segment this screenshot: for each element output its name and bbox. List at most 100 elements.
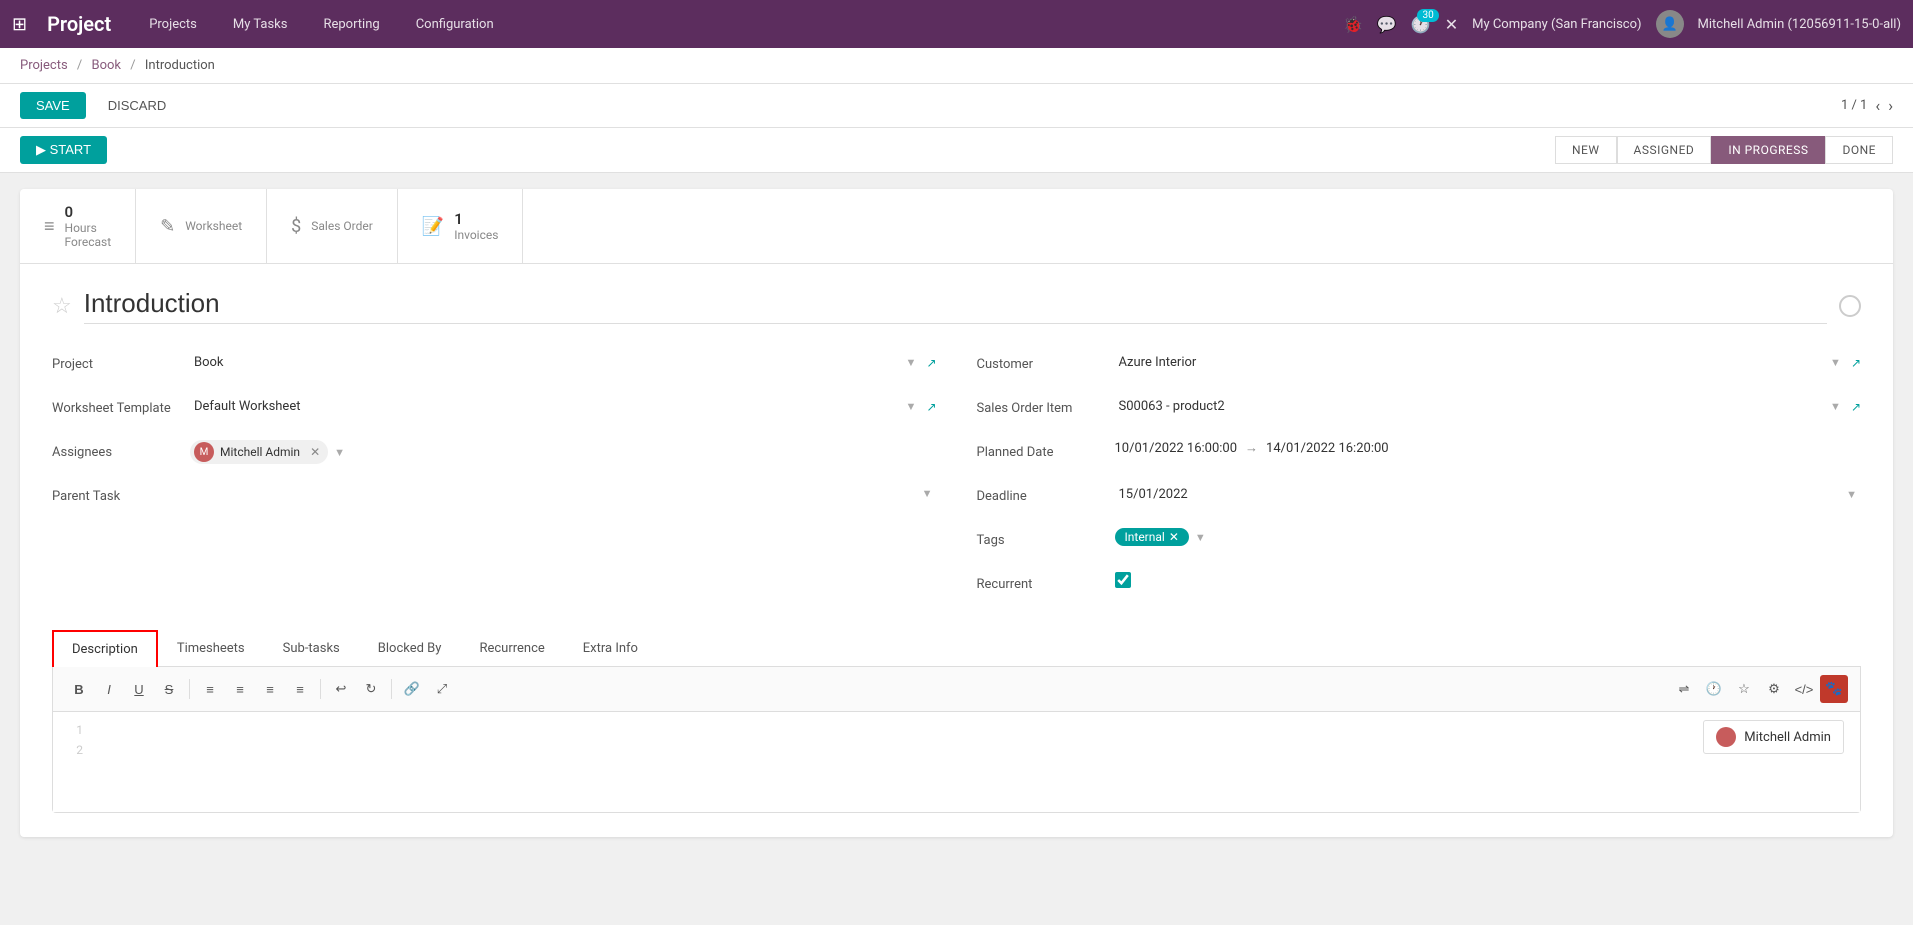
toolbar-code[interactable]: </>: [1790, 675, 1818, 703]
worksheet-template-dropdown[interactable]: Default Worksheet ▼: [190, 396, 920, 418]
worksheet-template-value: Default Worksheet: [194, 399, 906, 414]
line-1: 1: [53, 720, 83, 740]
breadcrumb: Projects / Book / Introduction: [0, 48, 1913, 84]
task-title-input[interactable]: [84, 288, 1827, 324]
tabs-bar: Description Timesheets Sub-tasks Blocked…: [52, 630, 1861, 667]
toolbar-fullscreen[interactable]: ⤢: [428, 675, 456, 703]
nav-reporting[interactable]: Reporting: [315, 13, 387, 36]
field-label-customer: Customer: [977, 352, 1107, 372]
tab-recurrence[interactable]: Recurrence: [460, 630, 563, 667]
toolbar-bold[interactable]: B: [65, 675, 93, 703]
field-recurrent: Recurrent: [977, 572, 1862, 602]
smart-btn-hours[interactable]: ≡ 0 HoursForecast: [20, 189, 136, 263]
tab-extra-info[interactable]: Extra Info: [564, 630, 657, 667]
breadcrumb-book[interactable]: Book: [92, 58, 122, 73]
smart-btn-salesorder[interactable]: $ Sales Order: [267, 189, 398, 263]
customer-external-link[interactable]: ↗: [1851, 356, 1861, 370]
toolbar-indent-left[interactable]: ≡: [256, 675, 284, 703]
stage-inprogress[interactable]: IN PROGRESS: [1711, 136, 1825, 164]
project-value: Book: [194, 355, 906, 370]
toolbar-sep-3: [391, 679, 392, 699]
customer-dropdown[interactable]: Azure Interior ▼: [1115, 352, 1845, 374]
smart-btn-invoices[interactable]: 📝 1 Invoices: [398, 189, 524, 263]
editor-body[interactable]: 1 2 Mitchell Admin: [53, 712, 1860, 812]
tag-remove[interactable]: ✕: [1169, 530, 1179, 544]
deadline-dropdown[interactable]: 15/01/2022 ▼: [1115, 484, 1862, 506]
line-numbers: 1 2: [53, 720, 83, 760]
nav-projects[interactable]: Projects: [141, 13, 205, 36]
toolbar-underline[interactable]: U: [125, 675, 153, 703]
pager-prev[interactable]: ‹: [1875, 96, 1880, 115]
discard-button[interactable]: DISCARD: [96, 92, 179, 119]
line-2: 2: [53, 740, 83, 760]
tab-subtasks[interactable]: Sub-tasks: [264, 630, 359, 667]
nav-mytasks[interactable]: My Tasks: [225, 13, 296, 36]
tab-description[interactable]: Description: [52, 630, 158, 667]
stage-assigned[interactable]: ASSIGNED: [1617, 136, 1712, 164]
assignees-arrow: ▼: [334, 446, 345, 459]
user-name: Mitchell Admin (12056911-15-0-all): [1698, 17, 1901, 32]
toolbar-undo[interactable]: ↩: [327, 675, 355, 703]
toolbar-link[interactable]: 🔗: [398, 675, 426, 703]
star-icon[interactable]: ☆: [52, 294, 72, 319]
task-status-circle[interactable]: [1839, 295, 1861, 317]
toolbar-gear[interactable]: ⚙: [1760, 675, 1788, 703]
settings-icon[interactable]: ✕: [1445, 15, 1458, 34]
breadcrumb-sep-1: /: [77, 58, 86, 73]
toolbar-ordered-list[interactable]: ≡: [196, 675, 224, 703]
top-nav: ⊞ Project Projects My Tasks Reporting Co…: [0, 0, 1913, 48]
stage-new[interactable]: NEW: [1555, 136, 1617, 164]
field-value-worksheet-template: Default Worksheet ▼ ↗: [190, 396, 937, 418]
date-arrow: →: [1245, 440, 1258, 456]
project-arrow: ▼: [906, 356, 917, 369]
field-assignees: Assignees M Mitchell Admin ✕ ▼: [52, 440, 937, 470]
messaging-icon[interactable]: 💬: [1377, 15, 1397, 34]
planned-date-from[interactable]: 10/01/2022 16:00:00: [1115, 441, 1238, 456]
pager-next[interactable]: ›: [1888, 96, 1893, 115]
toolbar-star[interactable]: ☆: [1730, 675, 1758, 703]
tab-blocked-by[interactable]: Blocked By: [359, 630, 461, 667]
project-dropdown[interactable]: Book ▼: [190, 352, 920, 374]
start-button[interactable]: ▶ START: [20, 136, 107, 164]
nav-configuration[interactable]: Configuration: [408, 13, 502, 36]
field-value-recurrent: [1115, 572, 1862, 588]
user-avatar[interactable]: 👤: [1656, 10, 1684, 38]
breadcrumb-projects[interactable]: Projects: [20, 58, 68, 73]
toolbar-strikethrough[interactable]: S: [155, 675, 183, 703]
planned-date-to[interactable]: 14/01/2022 16:20:00: [1266, 441, 1389, 456]
comment-user: Mitchell Admin: [1744, 730, 1831, 745]
field-label-sales-order-item: Sales Order Item: [977, 396, 1107, 416]
app-grid-icon[interactable]: ⊞: [12, 14, 27, 35]
parent-task-dropdown[interactable]: ▼: [190, 484, 937, 504]
parent-task-arrow: ▼: [922, 487, 933, 500]
worksheet-icon: ✎: [160, 216, 175, 237]
hours-icon: ≡: [44, 216, 55, 237]
toolbar-unordered-list[interactable]: ≡: [226, 675, 254, 703]
tab-timesheets[interactable]: Timesheets: [158, 630, 264, 667]
toolbar-comment-active[interactable]: 🐾: [1820, 675, 1848, 703]
worksheet-template-external-link[interactable]: ↗: [926, 400, 936, 414]
project-external-link[interactable]: ↗: [926, 356, 936, 370]
field-parent-task: Parent Task ▼: [52, 484, 937, 514]
clock-icon-wrap: 🕐 30: [1411, 15, 1431, 34]
breadcrumb-sep-2: /: [130, 58, 139, 73]
toolbar-indent-right[interactable]: ≡: [286, 675, 314, 703]
sales-order-item-external-link[interactable]: ↗: [1851, 400, 1861, 414]
toolbar-arrows[interactable]: ⇌: [1670, 675, 1698, 703]
editor-content[interactable]: [65, 720, 1848, 800]
form-right: Customer Azure Interior ▼ ↗ Sales Order …: [977, 352, 1862, 602]
toolbar-sep-2: [320, 679, 321, 699]
recurrent-checkbox[interactable]: [1115, 572, 1131, 588]
sales-order-item-dropdown[interactable]: S00063 - product2 ▼: [1115, 396, 1845, 418]
toolbar-history[interactable]: 🕐: [1700, 675, 1728, 703]
bug-icon[interactable]: 🐞: [1343, 15, 1363, 34]
smart-btn-worksheet[interactable]: ✎ Worksheet: [136, 189, 267, 263]
toolbar-redo[interactable]: ↻: [357, 675, 385, 703]
toolbar-italic[interactable]: I: [95, 675, 123, 703]
assignee-remove[interactable]: ✕: [310, 445, 320, 459]
save-button[interactable]: SAVE: [20, 92, 86, 119]
pager: 1 / 1 ‹ ›: [1841, 96, 1893, 115]
stage-done[interactable]: DONE: [1825, 136, 1893, 164]
salesorder-icon: $: [291, 216, 301, 237]
action-bar: SAVE DISCARD 1 / 1 ‹ ›: [0, 84, 1913, 128]
